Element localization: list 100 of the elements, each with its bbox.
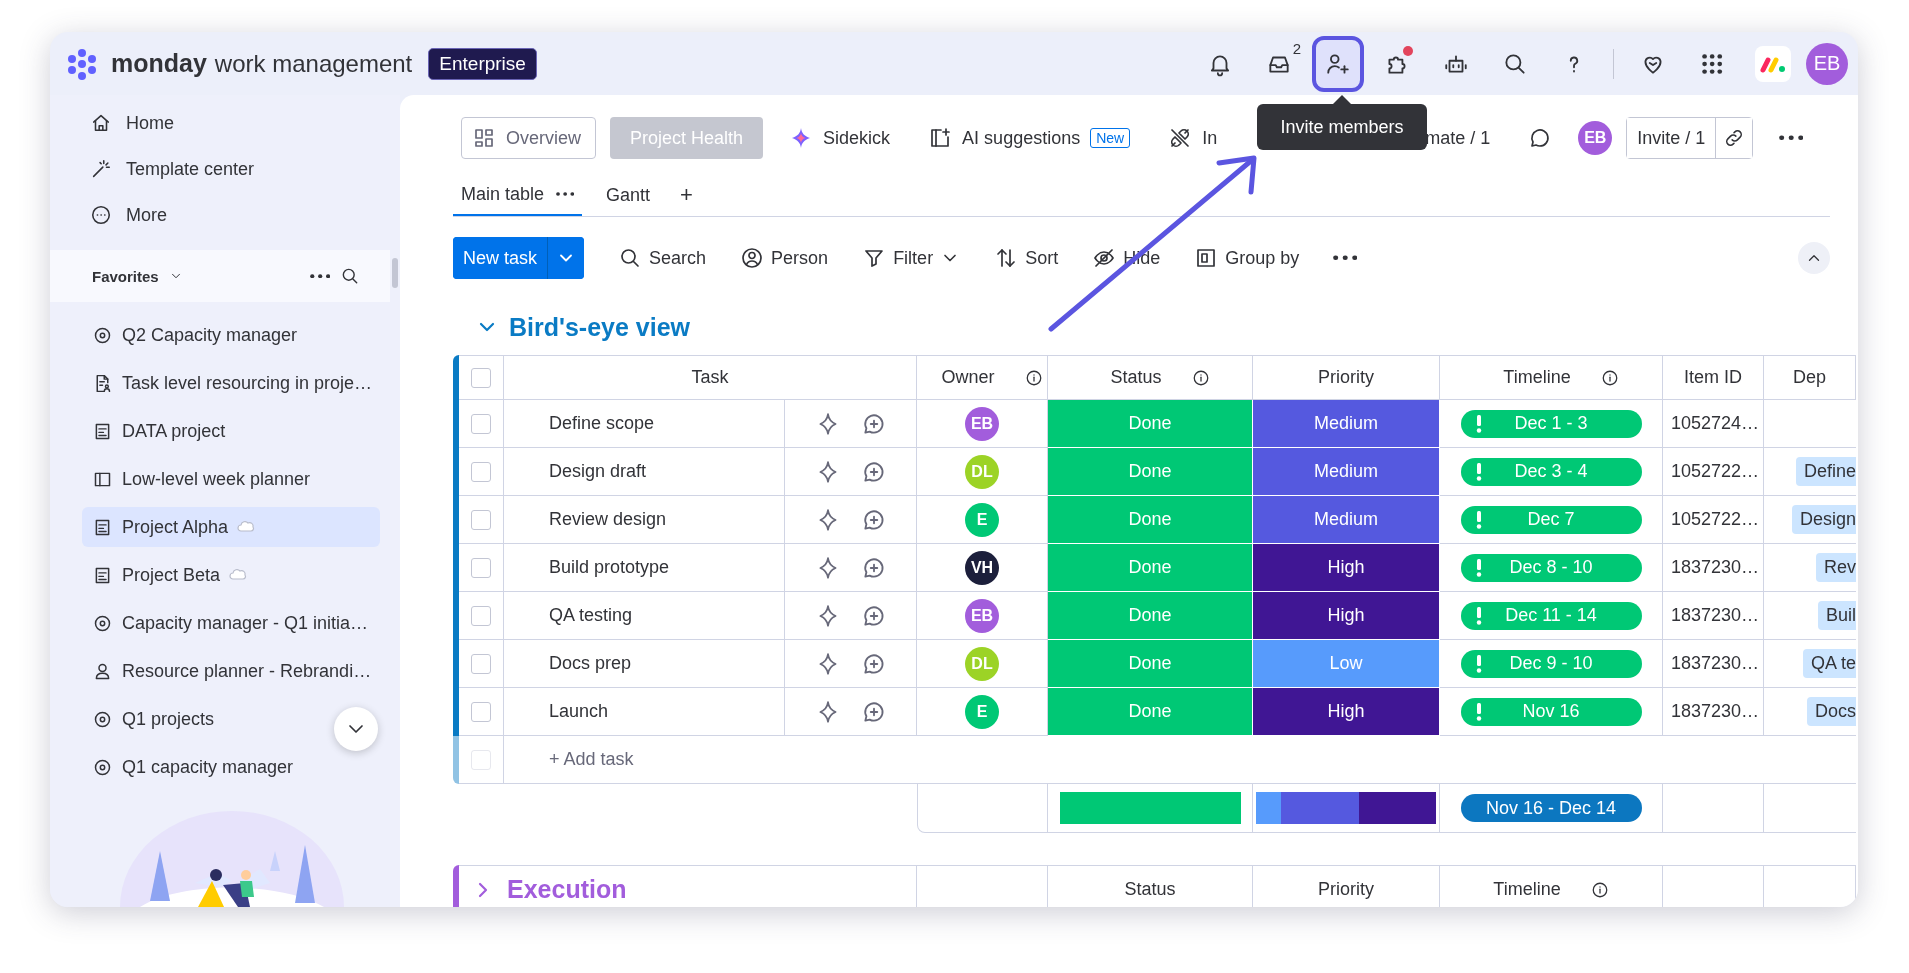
column-header[interactable]: Status (1124, 879, 1176, 900)
info-icon[interactable] (1600, 368, 1619, 387)
column-header[interactable]: Priority (1318, 879, 1374, 900)
item-id: 1837230… (1663, 544, 1764, 592)
checkbox[interactable] (471, 461, 491, 482)
highlighted-icon-button[interactable] (1312, 35, 1364, 92)
group-title[interactable]: Execution (507, 875, 627, 904)
nav-link[interactable]: More (126, 204, 167, 226)
new-task-button[interactable]: New task (453, 237, 549, 279)
toolbar-label[interactable]: Filter (893, 247, 934, 269)
scroll-down-button[interactable] (334, 707, 378, 751)
checkbox[interactable] (471, 605, 491, 626)
nav-link[interactable]: Home (126, 112, 174, 134)
tooltip-arrow (1333, 95, 1351, 104)
sidebar-item[interactable]: Low-level week planner (82, 459, 319, 499)
item-id: 1052722… (1663, 448, 1764, 496)
more-icon[interactable] (556, 191, 575, 197)
column-header[interactable]: Priority (1318, 367, 1374, 388)
task-name[interactable]: Define scope (549, 413, 655, 434)
sidebar-item[interactable]: Project Alpha (82, 507, 380, 547)
info-icon[interactable] (1024, 368, 1043, 387)
column-header[interactable]: Task (691, 367, 729, 388)
sidebar-item[interactable]: Q2 Capacity manager (82, 315, 306, 355)
view-tab[interactable]: Main table (453, 174, 583, 216)
priority-cell[interactable]: Medium (1253, 448, 1440, 496)
app-logo-icon[interactable] (1755, 45, 1791, 82)
toolbar-label[interactable]: Sidekick (823, 127, 891, 149)
column-header[interactable]: Status (1110, 367, 1162, 388)
dependency-tag[interactable]: Define (1795, 457, 1856, 486)
add-task-link[interactable]: + Add task (549, 749, 634, 770)
dependency-tag[interactable]: Design (1791, 505, 1856, 534)
dependency-tag[interactable]: Rev (1816, 553, 1856, 582)
task-name[interactable]: QA testing (549, 605, 633, 626)
dependency-tag[interactable]: QA te (1802, 649, 1856, 678)
new-badge: New (1090, 128, 1131, 148)
scrollbar[interactable] (392, 258, 398, 288)
more-icon[interactable] (1779, 135, 1804, 141)
favorites-header[interactable]: Favorites (92, 267, 159, 285)
nav-link[interactable]: Template center (126, 158, 255, 180)
dependency-tag[interactable]: Buil (1818, 601, 1856, 630)
sidebar-item[interactable]: Project Beta (82, 555, 256, 595)
user-avatar[interactable]: EB (1806, 42, 1848, 85)
task-name[interactable]: Build prototype (549, 557, 670, 578)
sidebar-item[interactable]: Task level resourcing in proje… (82, 363, 381, 403)
checkbox[interactable] (471, 653, 491, 674)
toolbar-label[interactable]: Group by (1225, 247, 1300, 269)
owner-avatar[interactable]: EB (965, 406, 999, 441)
user-avatar[interactable]: EB (1578, 121, 1613, 155)
sidebar-item[interactable]: Capacity manager - Q1 initia… (82, 603, 377, 643)
view-button[interactable]: Overview (461, 117, 596, 159)
checkbox[interactable] (471, 701, 491, 722)
more-icon[interactable] (310, 273, 330, 279)
dependency-tag[interactable]: Docs (1807, 697, 1856, 726)
task-name[interactable]: Launch (549, 701, 609, 722)
more-icon[interactable] (90, 204, 112, 226)
checkbox[interactable] (471, 509, 491, 530)
checkbox[interactable] (471, 557, 491, 578)
hide-icon[interactable] (1092, 246, 1117, 270)
owner-avatar[interactable]: VH (965, 550, 999, 585)
product-name: work management (214, 49, 413, 78)
more-icon[interactable] (1333, 255, 1358, 261)
person-icon[interactable] (740, 246, 765, 270)
info-icon[interactable] (1590, 880, 1609, 899)
add-view-button[interactable]: + (674, 181, 699, 209)
sidebar-item[interactable]: Q1 capacity manager (82, 747, 302, 787)
sidebar-item[interactable]: Q1 projects (82, 699, 223, 739)
search-icon[interactable] (340, 266, 360, 286)
sidebar-item[interactable]: Resource planner - Rebrandi… (82, 651, 380, 691)
task-name[interactable]: Review design (549, 509, 667, 530)
priority-cell[interactable]: High (1253, 688, 1440, 736)
column-header[interactable]: Timeline (1493, 879, 1561, 900)
toolbar-label[interactable]: AI suggestions (962, 127, 1081, 149)
invite-button[interactable]: Invite / 1 (1627, 118, 1717, 158)
tooltip: Invite members (1257, 95, 1427, 150)
info-icon[interactable] (1191, 368, 1210, 387)
checkbox[interactable] (471, 413, 491, 434)
priority-cell[interactable]: Medium (1253, 496, 1440, 544)
priority-cell[interactable]: High (1253, 592, 1440, 640)
group-title[interactable]: Bird's-eye view (509, 312, 691, 342)
task-name[interactable]: Docs prep (549, 653, 632, 674)
ai-icon[interactable] (928, 126, 953, 150)
column-header[interactable]: Timeline (1503, 367, 1571, 388)
toolbar-label[interactable]: Person (771, 247, 829, 269)
task-name[interactable]: Design draft (549, 461, 647, 482)
column-header[interactable]: Dep (1793, 367, 1826, 388)
toolbar-label[interactable]: In (1202, 127, 1218, 149)
toolbar-label[interactable]: Search (649, 247, 707, 269)
priority-cell[interactable]: High (1253, 544, 1440, 592)
home-icon[interactable] (90, 112, 112, 134)
checkbox[interactable] (471, 367, 491, 388)
magic-wand-icon[interactable] (90, 158, 112, 180)
view-tab[interactable]: Gantt (598, 174, 659, 216)
column-header[interactable]: Owner (941, 367, 995, 388)
dashboard-icon (472, 126, 496, 150)
toolbar-label[interactable]: mate / 1 (1425, 127, 1491, 149)
owner-avatar[interactable]: EB (965, 598, 999, 633)
priority-cell[interactable]: Medium (1253, 400, 1440, 448)
sidebar-item[interactable]: DATA project (82, 411, 234, 451)
toolbar-label[interactable]: Sort (1025, 247, 1059, 269)
plan-badge: Enterprise (428, 47, 537, 80)
